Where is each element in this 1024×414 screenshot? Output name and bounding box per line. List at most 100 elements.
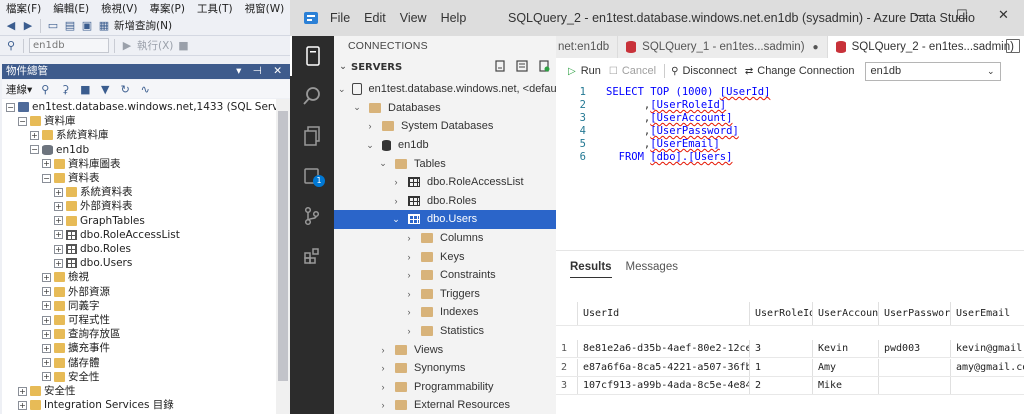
new-file-icon[interactable]: ▭ — [46, 19, 60, 33]
expand-icon[interactable]: + — [42, 358, 51, 368]
servers-section-header[interactable]: ⌄ SERVERS — [334, 56, 556, 78]
unsaved-dot-icon[interactable]: ● — [813, 42, 819, 53]
tree-item[interactable]: + 儲存體 — [42, 356, 100, 370]
open-icon[interactable]: ▤ — [63, 19, 77, 33]
tree-item[interactable]: + dbo.Roles — [54, 242, 131, 256]
code-line[interactable]: 1 SELECT TOP (1000) [UserId] — [556, 86, 771, 99]
stop-icon[interactable]: ■ — [176, 39, 190, 53]
tree-item[interactable]: + GraphTables — [54, 214, 145, 228]
ssms-menu-item[interactable]: 視窗(W) — [239, 0, 291, 16]
menu-item[interactable]: Help — [441, 11, 467, 25]
chevron-right-icon[interactable]: › — [403, 307, 415, 317]
expand-icon[interactable]: + — [54, 187, 63, 197]
ssms-menu-item[interactable]: 工具(T) — [191, 0, 239, 16]
table-cell[interactable] — [879, 377, 951, 394]
tree-item[interactable]: + 外部資料表 — [54, 199, 133, 213]
table-cell[interactable]: Amy — [813, 358, 879, 376]
refresh-icon[interactable]: ↻ — [118, 82, 132, 96]
chevron-right-icon[interactable]: › — [377, 345, 389, 355]
ssms-menu-item[interactable]: 檢視(V) — [95, 0, 143, 16]
activity-search[interactable] — [290, 76, 334, 116]
connect-dropdown[interactable]: 連線▾ — [6, 82, 32, 97]
editor-tab[interactable]: net:en1db — [556, 36, 619, 58]
server-tree-item[interactable]: › Indexes — [334, 303, 556, 322]
ssms-database-selector[interactable]: en1db — [29, 38, 109, 53]
expand-icon[interactable]: + — [18, 386, 27, 396]
editor-tab[interactable]: SQLQuery_1 - en1tes...sadmin) ● — [618, 36, 828, 58]
code-line[interactable]: 6 FROM [dbo].[Users] — [556, 151, 733, 164]
chevron-right-icon[interactable]: › — [403, 289, 415, 299]
back-icon[interactable]: ◀ — [4, 19, 18, 33]
forward-icon[interactable]: ▶ — [21, 19, 35, 33]
ssms-menu-item[interactable]: 專案(P) — [143, 0, 191, 16]
tree-item[interactable]: + 檢視 — [42, 270, 89, 284]
chevron-right-icon[interactable]: › — [403, 252, 415, 262]
tree-item[interactable]: + 安全性 — [42, 370, 100, 384]
split-editor-icon[interactable] — [1006, 39, 1020, 53]
table-cell[interactable]: e87a6f6a-8ca5-4221-a507-36fb… — [578, 358, 750, 376]
active-connections-icon[interactable] — [538, 60, 550, 72]
chevron-right-icon[interactable]: › — [403, 233, 415, 243]
tree-item[interactable]: − 資料表 — [42, 171, 100, 185]
stop-icon[interactable]: ■ — [78, 82, 92, 96]
results-tab[interactable]: Results — [570, 258, 612, 278]
maximize-button[interactable]: ☐ — [956, 8, 968, 23]
chevron-right-icon[interactable]: › — [377, 400, 389, 410]
messages-tab[interactable]: Messages — [626, 258, 678, 278]
expand-icon[interactable]: + — [30, 130, 39, 140]
new-query-button[interactable]: 新增查詢(N) — [114, 18, 172, 33]
tree-item[interactable]: − en1db — [30, 143, 89, 157]
expand-icon[interactable]: + — [54, 244, 63, 254]
collapse-icon[interactable]: − — [18, 116, 27, 126]
chevron-right-icon[interactable]: › — [390, 196, 402, 206]
execute-icon[interactable]: ▶ — [120, 39, 134, 53]
execute-button[interactable]: 執行(X) — [137, 38, 173, 53]
table-cell[interactable] — [951, 377, 1024, 394]
cancel-button[interactable]: ☐ Cancel — [609, 65, 656, 77]
tree-item[interactable]: + 擴充事件 — [42, 341, 110, 355]
table-cell[interactable]: kevin@gmail.com — [951, 340, 1024, 357]
expand-icon[interactable]: + — [54, 201, 63, 211]
code-line[interactable]: 3 ,[UserAccount] — [556, 112, 733, 125]
activity-monitor-icon[interactable]: ∿ — [138, 82, 152, 96]
run-button[interactable]: ▷ Run — [568, 65, 601, 77]
chevron-right-icon[interactable]: › — [403, 270, 415, 280]
new-connection-icon[interactable] — [494, 60, 506, 72]
server-tree-item[interactable]: ⌄ en1db — [334, 136, 556, 155]
expand-icon[interactable]: + — [42, 329, 51, 339]
menu-item[interactable]: Edit — [364, 11, 386, 25]
expand-icon[interactable]: + — [42, 315, 51, 325]
activity-source-control[interactable] — [290, 196, 334, 236]
chevron-right-icon[interactable]: › — [390, 177, 402, 187]
server-tree-item[interactable]: › dbo.Roles — [334, 192, 556, 211]
minimize-button[interactable]: — — [914, 8, 927, 23]
tree-item[interactable]: + 外部資源 — [42, 285, 110, 299]
table-row[interactable]: 2 e87a6f6a-8ca5-4221-a507-36fb… 1 Amy amy@gm… — [556, 358, 1024, 377]
server-tree-item[interactable]: › Triggers — [334, 285, 556, 304]
collapse-icon[interactable]: − — [30, 145, 39, 155]
tree-item[interactable]: − en1test.database.windows.net,1433 (SQL … — [6, 100, 276, 114]
object-explorer-window-controls[interactable]: ▾ ⊣ ✕ — [236, 64, 290, 79]
filter-icon[interactable]: ▼ — [98, 82, 112, 96]
connect-icon[interactable]: ⚲ — [4, 39, 18, 53]
column-header[interactable]: UserAccount — [813, 302, 879, 325]
table-cell[interactable]: 2 — [750, 377, 813, 394]
activity-extensions-badge[interactable]: 1 — [290, 156, 334, 196]
collapse-icon[interactable]: − — [42, 173, 51, 183]
chevron-right-icon[interactable]: › — [403, 326, 415, 336]
table-cell[interactable]: Mike — [813, 377, 879, 394]
chevron-right-icon[interactable]: › — [377, 363, 389, 373]
editor-tab[interactable]: SQLQuery_2 - en1tes...sadmin)✕ — [827, 36, 1024, 58]
expand-icon[interactable]: + — [42, 301, 51, 311]
table-row[interactable]: 1 8e81e2a6-d35b-4aef-80e2-12ce… 3 Kevin pwd0… — [556, 340, 1024, 358]
server-tree-item[interactable]: › Columns — [334, 229, 556, 248]
server-tree-item[interactable]: › dbo.RoleAccessList — [334, 173, 556, 192]
code-editor[interactable]: 1 SELECT TOP (1000) [UserId] 2 ,[UserRoleI… — [556, 86, 1024, 166]
tree-item[interactable]: + 安全性 — [18, 384, 76, 398]
tree-item[interactable]: + 同義字 — [42, 299, 100, 313]
tree-item[interactable]: + 查詢存放區 — [42, 327, 121, 341]
collapse-icon[interactable]: − — [6, 102, 15, 112]
server-tree-item[interactable]: ⌄ en1test.database.windows.net, <default.… — [334, 80, 556, 99]
server-tree-item[interactable]: ⌄ Tables — [334, 154, 556, 173]
change-connection-button[interactable]: ⇄ Change Connection — [745, 65, 855, 77]
